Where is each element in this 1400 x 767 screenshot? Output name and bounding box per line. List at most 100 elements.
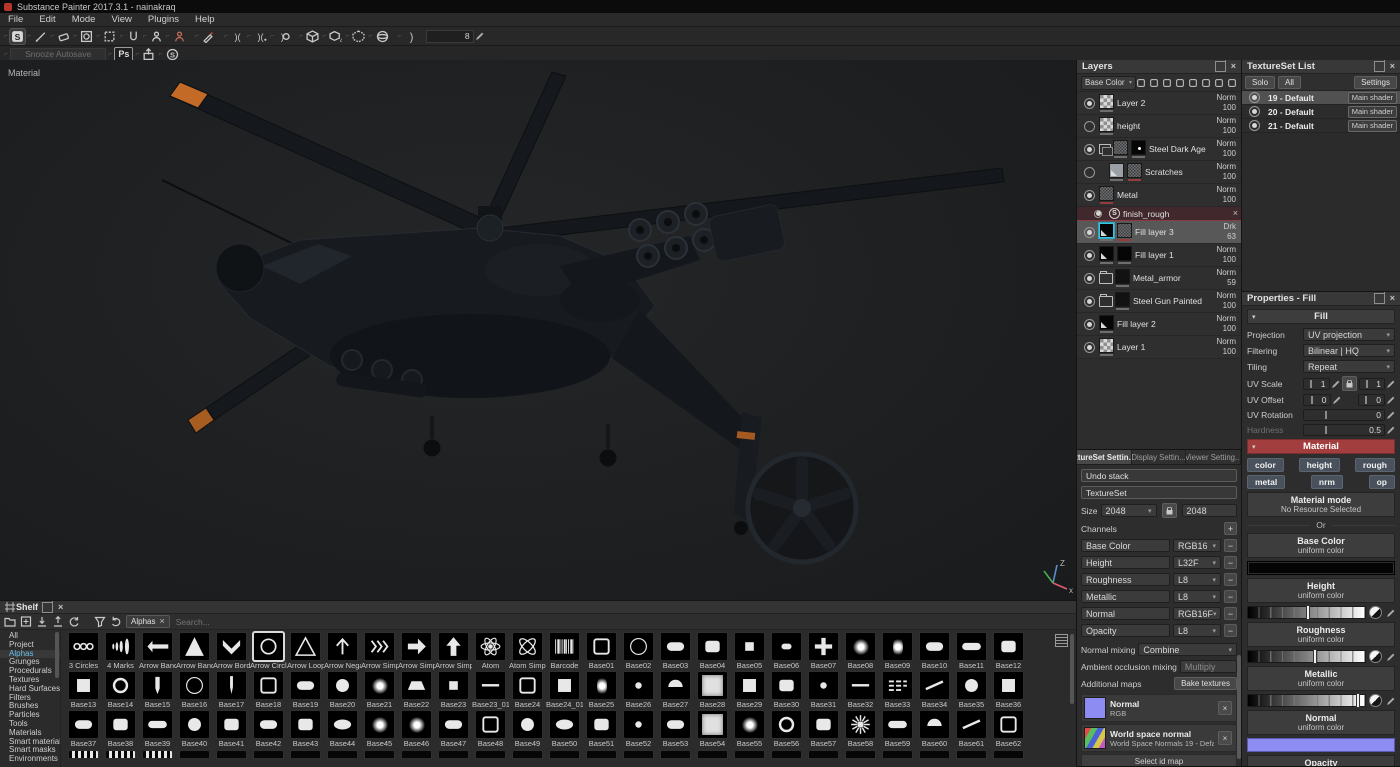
alpha-thumbnail[interactable] [253, 632, 284, 661]
alpha-thumbnail[interactable] [68, 632, 99, 661]
layer-row[interactable]: Layer 1Norm100 [1077, 336, 1241, 359]
height-section-header[interactable]: Heightuniform color [1247, 578, 1395, 603]
alpha-item[interactable]: Arrow Simple [361, 632, 398, 671]
alpha-item[interactable]: Base50 [546, 710, 583, 749]
layer-blend-mode[interactable]: Norm [1206, 268, 1236, 278]
alpha-thumbnail[interactable] [512, 671, 543, 700]
alpha-thumbnail[interactable] [623, 710, 654, 739]
alpha-thumbnail[interactable] [179, 632, 210, 661]
layer-effect-row[interactable]: Sfinish_rough× [1077, 207, 1241, 221]
map-card[interactable]: World space normalWorld Space Normals 19… [1081, 724, 1237, 752]
uv-offset-y-slider[interactable]: 0 [1358, 394, 1386, 406]
alpha-thumbnail[interactable] [290, 671, 321, 700]
ao-mixing-field[interactable]: Multiply [1180, 660, 1237, 673]
tab-viewer-settings[interactable]: Viewer Setting... [1186, 450, 1241, 464]
layer-opacity[interactable]: 100 [1206, 324, 1236, 334]
layer-opacity[interactable]: 100 [1206, 149, 1236, 159]
alpha-item[interactable]: Base51 [583, 710, 620, 749]
camera-360[interactable] [368, 29, 389, 44]
alpha-item[interactable]: Base36 [990, 671, 1027, 710]
edit-pencil-icon[interactable] [1387, 411, 1395, 419]
remove-channel-button[interactable]: − [1224, 590, 1237, 603]
alpha-thumbnail[interactable] [475, 710, 506, 739]
polygon-fill-tool[interactable] [96, 29, 117, 44]
layer-thumbnail[interactable] [1117, 246, 1132, 264]
normal-color-swatch[interactable] [1247, 738, 1395, 752]
alpha-thumbnail[interactable] [771, 671, 802, 700]
alpha-thumbnail[interactable] [179, 671, 210, 700]
undo-icon[interactable] [110, 616, 122, 628]
symmetry-y[interactable]: )( [247, 29, 268, 44]
map-card[interactable]: NormalRGB× [1081, 694, 1237, 722]
layer-thumbnail[interactable] [1117, 223, 1132, 241]
all-button[interactable]: All [1278, 76, 1301, 89]
alpha-thumbnail[interactable] [882, 710, 913, 739]
alpha-item[interactable]: Base54 [694, 710, 731, 749]
alpha-thumbnail[interactable] [623, 632, 654, 661]
layer-visibility-toggle[interactable] [1084, 319, 1095, 330]
physical-paint-tool[interactable] [195, 29, 216, 44]
alpha-item[interactable]: Base28 [694, 671, 731, 710]
layer-blend-mode[interactable]: Norm [1206, 93, 1236, 103]
popout-icon[interactable] [1215, 61, 1226, 72]
snooze-autosave-button[interactable]: Snooze Autosave [4, 48, 106, 61]
alpha-thumbnail[interactable] [845, 671, 876, 700]
remove-filter-icon[interactable]: × [159, 617, 164, 626]
alpha-thumbnail[interactable] [68, 710, 99, 739]
channel-format-dropdown[interactable]: L8▾ [1173, 590, 1221, 603]
alpha-thumbnail[interactable] [586, 710, 617, 739]
undo-stack-bar[interactable]: Undo stack [1081, 469, 1237, 482]
brush-size-field[interactable]: 8 [426, 30, 474, 43]
metallic-section-header[interactable]: Metallicuniform color [1247, 666, 1395, 691]
alpha-thumbnail[interactable] [512, 632, 543, 661]
layer-thumbnail[interactable] [1099, 315, 1114, 333]
import-icon[interactable] [36, 616, 48, 628]
alpha-thumbnail[interactable] [438, 632, 469, 661]
channel-height-button[interactable]: height [1299, 458, 1341, 472]
alpha-item[interactable]: Base30 [768, 671, 805, 710]
alpha-thumbnail[interactable] [845, 632, 876, 661]
alpha-thumbnail[interactable] [253, 710, 284, 739]
alpha-item[interactable]: Base18 [250, 671, 287, 710]
alpha-thumbnail[interactable] [105, 632, 136, 661]
alpha-item[interactable]: Base39 [139, 710, 176, 749]
alpha-thumbnail[interactable] [475, 671, 506, 700]
clear-map-icon[interactable]: × [1218, 701, 1232, 715]
layer-thumbnail[interactable] [1099, 246, 1114, 264]
height-slider[interactable] [1247, 606, 1395, 619]
alpha-thumbnail[interactable] [697, 671, 728, 700]
alpha-item[interactable]: Base58 [842, 710, 879, 749]
alpha-thumbnail[interactable] [660, 710, 691, 739]
layer-row[interactable]: Fill layer 1Norm100 [1077, 244, 1241, 267]
alpha-item[interactable]: Base20 [324, 671, 361, 710]
display-options-icon[interactable] [1055, 634, 1068, 647]
alpha-item[interactable]: Base35 [953, 671, 990, 710]
add-mask-icon[interactable] [1188, 78, 1198, 88]
layer-blend-mode[interactable]: Norm [1206, 185, 1236, 195]
layer-visibility-toggle[interactable] [1084, 190, 1095, 201]
solo-button[interactable]: Solo [1245, 76, 1275, 89]
alpha-item[interactable]: Base02 [620, 632, 657, 671]
layer-thumbnail[interactable] [1131, 140, 1146, 158]
alpha-item-partial[interactable] [583, 749, 620, 759]
tiling-dropdown[interactable]: Repeat▾ [1303, 360, 1395, 373]
menu-mode[interactable]: Mode [64, 14, 104, 25]
layer-row[interactable]: MetalNorm100 [1077, 184, 1241, 207]
add-paint-icon[interactable] [1162, 78, 1172, 88]
display-mode[interactable]: 4 [322, 29, 343, 44]
alpha-item-partial[interactable] [842, 749, 879, 759]
normal-section-header[interactable]: Normaluniform color [1247, 710, 1395, 735]
alpha-thumbnail[interactable] [586, 671, 617, 700]
alpha-thumbnail[interactable] [105, 671, 136, 700]
category-alphas[interactable]: Alphas [0, 650, 60, 659]
maps-scrollbar[interactable] [1237, 655, 1241, 759]
substance-tool[interactable]: S [4, 29, 25, 44]
layer-row[interactable]: Steel Dark AgedNorm100 [1077, 138, 1241, 161]
eraser-tool[interactable] [50, 29, 71, 44]
roughness-section-header[interactable]: Roughnessuniform color [1247, 622, 1395, 647]
category-materials[interactable]: Materials [0, 729, 60, 738]
edit-pencil-icon[interactable] [1387, 396, 1395, 404]
alpha-thumbnail[interactable] [993, 632, 1024, 661]
alpha-item[interactable]: Base24 [509, 671, 546, 710]
alpha-item[interactable]: Base57 [805, 710, 842, 749]
